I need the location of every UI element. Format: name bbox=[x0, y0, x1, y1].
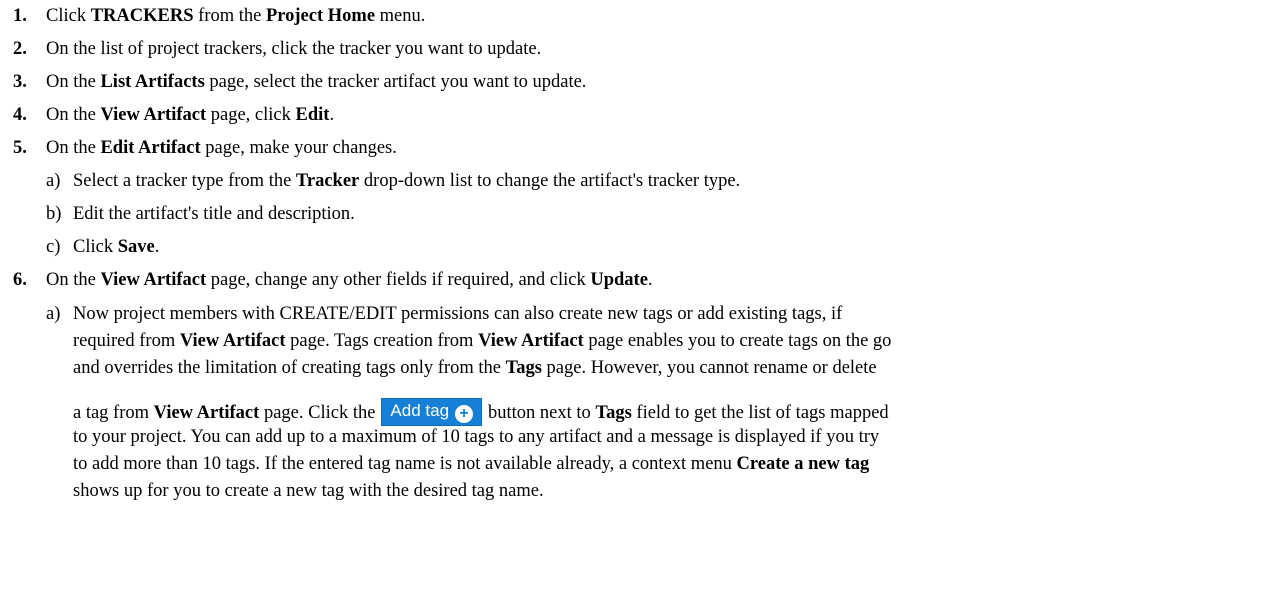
substep-5c-text: Click Save. bbox=[73, 237, 160, 257]
step-5-text: On the Edit Artifact page, make your cha… bbox=[46, 138, 397, 158]
substep-6a-line-6: to add more than 10 tags. If the entered… bbox=[73, 454, 870, 474]
add-tag-button[interactable]: Add tag + bbox=[381, 398, 483, 426]
substep-letter: b) bbox=[46, 204, 62, 224]
document-page: 1. Click TRACKERS from the Project Home … bbox=[0, 0, 1283, 607]
step-number: 5. bbox=[13, 138, 27, 158]
substep-6a-line-5: to your project. You can add up to a max… bbox=[73, 427, 880, 447]
step-4-text: On the View Artifact page, click Edit. bbox=[46, 105, 335, 125]
substep-6a-line-3: and overrides the limitation of creating… bbox=[73, 358, 877, 378]
substep-letter: a) bbox=[46, 171, 61, 191]
substep-6a-line-4: a tag from View Artifact page. Click the… bbox=[73, 398, 889, 428]
substep-letter: c) bbox=[46, 237, 61, 257]
substep-6a-line-7: shows up for you to create a new tag wit… bbox=[73, 481, 544, 501]
step-2-text: On the list of project trackers, click t… bbox=[46, 39, 542, 59]
substep-6a-line-1: Now project members with CREATE/EDIT per… bbox=[73, 304, 843, 324]
substep-letter: a) bbox=[46, 304, 61, 324]
substep-5b-text: Edit the artifact's title and descriptio… bbox=[73, 204, 355, 224]
step-number: 4. bbox=[13, 105, 27, 125]
step-number: 1. bbox=[13, 6, 27, 26]
substep-6a-line-2: required from View Artifact page. Tags c… bbox=[73, 331, 892, 351]
step-number: 2. bbox=[13, 39, 27, 59]
step-number: 3. bbox=[13, 72, 27, 92]
add-tag-button-label: Add tag bbox=[390, 401, 450, 420]
step-6-text: On the View Artifact page, change any ot… bbox=[46, 270, 653, 290]
plus-circle-icon: + bbox=[455, 405, 474, 423]
step-1-text: Click TRACKERS from the Project Home men… bbox=[46, 6, 426, 26]
step-3-text: On the List Artifacts page, select the t… bbox=[46, 72, 587, 92]
substep-5a-text: Select a tracker type from the Tracker d… bbox=[73, 171, 741, 191]
step-number: 6. bbox=[13, 270, 27, 290]
